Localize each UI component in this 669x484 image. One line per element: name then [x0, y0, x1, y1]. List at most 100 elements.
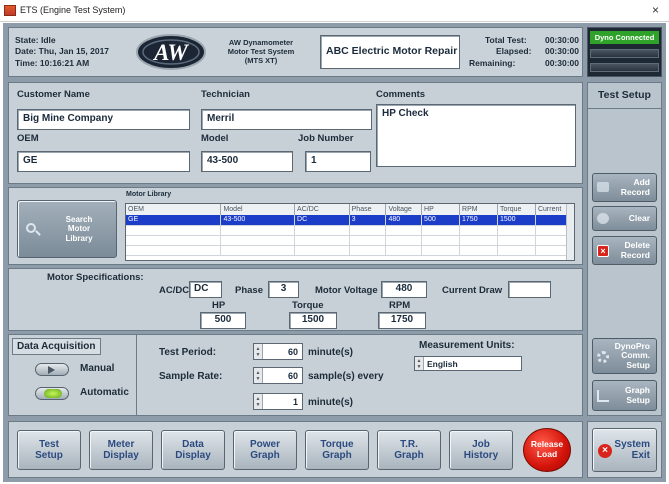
table-row[interactable] [126, 245, 574, 256]
nav-torque-graph-button[interactable]: Torque Graph [305, 430, 369, 470]
torque-value[interactable]: 1500 [289, 312, 337, 329]
library-col-voltage[interactable]: Voltage [385, 204, 423, 215]
acdc-value[interactable]: DC [189, 281, 222, 298]
library-col-torque[interactable]: Torque [497, 204, 536, 215]
status-header: State: Idle Date: Thu, Jan 15, 2017 Time… [8, 27, 583, 77]
library-col-rpm[interactable]: RPM [459, 204, 498, 215]
table-cell [126, 225, 222, 236]
table-cell [220, 245, 296, 256]
interval-unit: minute(s) [308, 397, 353, 408]
interval-spinner[interactable]: ▲ ▼ 1 [253, 393, 303, 410]
rpm-value[interactable]: 1750 [378, 312, 426, 329]
product-name: AW Dynamometer Motor Test System (MTS XT… [227, 38, 295, 65]
dynopro-comm-setup-button[interactable]: DynoPro Comm. Setup [592, 338, 657, 374]
gear-icon [597, 351, 609, 363]
table-cell [421, 225, 461, 236]
sidebar-title: Test Setup [598, 89, 651, 101]
delete-record-button[interactable]: × Delete Record [592, 236, 657, 265]
elapsed-value: 00:30:00 [544, 46, 579, 57]
torque-label: Torque [292, 300, 324, 311]
active-indicator-icon [44, 389, 62, 398]
add-record-button[interactable]: Add Record [592, 173, 657, 202]
hp-value[interactable]: 500 [200, 312, 246, 329]
comments-textarea[interactable]: HP Check [376, 104, 576, 167]
table-cell: 1750 [459, 215, 498, 226]
library-col-hp[interactable]: HP [421, 204, 461, 215]
table-cell [349, 245, 387, 256]
system-exit-button[interactable]: × System Exit [592, 428, 657, 472]
table-cell: 480 [385, 215, 423, 226]
library-scrollbar[interactable] [566, 204, 574, 260]
close-icon[interactable]: × [652, 3, 659, 17]
library-col-phase[interactable]: Phase [349, 204, 387, 215]
job-number-input[interactable]: 1 [305, 151, 371, 172]
table-cell [294, 245, 350, 256]
manual-toggle[interactable] [35, 363, 69, 376]
automatic-label[interactable]: Automatic [80, 387, 129, 398]
table-cell: 500 [421, 215, 461, 226]
model-input[interactable]: 43-500 [201, 151, 293, 172]
select-arrows-icon[interactable]: ▲ ▼ [415, 357, 424, 370]
status-block: State: Idle Date: Thu, Jan 15, 2017 Time… [15, 35, 110, 68]
timer-block: Total Test: 00:30:00 Elapsed: 00:30:00 Rem… [469, 35, 579, 68]
search-motor-library-button[interactable]: Search Motor Library [17, 200, 117, 258]
technician-label: Technician [201, 89, 250, 100]
table-cell [385, 225, 423, 236]
exit-icon: × [598, 444, 612, 458]
measurement-units-label: Measurement Units: [419, 340, 515, 351]
library-col-oem[interactable]: OEM [126, 204, 222, 215]
table-cell [497, 245, 536, 256]
nav-job-history-button[interactable]: Job History [449, 430, 513, 470]
aw-logo: AW [135, 33, 207, 71]
sidebar-divider [588, 108, 661, 109]
spinner-arrows-icon[interactable]: ▲ ▼ [254, 368, 263, 383]
table-cell [385, 235, 423, 246]
rpm-label: RPM [389, 300, 411, 311]
measurement-units-select[interactable]: ▲ ▼ English [414, 356, 522, 371]
motor-specs-panel: Motor Specifications: AC/DC DC Phase 3 M… [8, 268, 583, 331]
window-title: ETS (Engine Test System) [20, 5, 126, 15]
search-icon-handle [35, 230, 41, 236]
nav-tr-graph-button[interactable]: T.R. Graph [377, 430, 441, 470]
current-draw-label: Current Draw [442, 285, 503, 296]
table-row[interactable] [126, 225, 574, 236]
current-draw-value[interactable] [508, 281, 551, 298]
motor-library-table[interactable]: OEM Model AC/DC Phase Voltage HP RPM Torque Curr… [125, 203, 575, 261]
nav-power-graph-button[interactable]: Power Graph [233, 430, 297, 470]
table-cell [126, 245, 222, 256]
table-cell [497, 235, 536, 246]
graph-setup-button[interactable]: Graph Setup [592, 380, 657, 411]
job-info-panel: Customer Name Big Mine Company Technicia… [8, 82, 583, 184]
nav-data-display-button[interactable]: Data Display [161, 430, 225, 470]
acq-divider [136, 335, 137, 415]
phase-value[interactable]: 3 [268, 281, 299, 298]
time-value: 10:16:21 AM [39, 57, 90, 68]
table-cell [220, 235, 296, 246]
spinner-arrows-icon[interactable]: ▲ ▼ [254, 394, 263, 409]
library-col-model[interactable]: Model [220, 204, 296, 215]
spinner-arrows-icon[interactable]: ▲ ▼ [254, 344, 263, 359]
window-titlebar: ETS (Engine Test System) × [0, 0, 669, 22]
oem-input[interactable]: GE [17, 151, 190, 172]
table-row[interactable]: GE 43-500 DC 3 480 500 1750 1500 [126, 215, 574, 226]
clear-button[interactable]: Clear [592, 206, 657, 231]
nav-test-setup-button[interactable]: Test Setup [17, 430, 81, 470]
automatic-toggle[interactable] [35, 387, 69, 400]
release-load-button[interactable]: Release Load [523, 428, 571, 472]
table-cell [349, 235, 387, 246]
test-period-spinner[interactable]: ▲ ▼ 60 [253, 343, 303, 360]
test-period-label: Test Period: [159, 347, 217, 358]
dyno-indicator-2 [590, 63, 659, 72]
nav-meter-display-button[interactable]: Meter Display [89, 430, 153, 470]
manual-label[interactable]: Manual [80, 363, 114, 374]
motor-library-title: Motor Library [126, 191, 172, 198]
sample-rate-spinner[interactable]: ▲ ▼ 60 [253, 367, 303, 384]
sidebar-panel: Test Setup Add Record Clear × Delete Recor… [587, 82, 662, 416]
table-cell [497, 225, 536, 236]
customer-name-input[interactable]: Big Mine Company [17, 109, 190, 130]
technician-input[interactable]: Merril [201, 109, 372, 130]
table-cell [421, 235, 461, 246]
table-row[interactable] [126, 235, 574, 246]
library-col-acdc[interactable]: AC/DC [294, 204, 350, 215]
motor-voltage-value[interactable]: 480 [381, 281, 427, 298]
